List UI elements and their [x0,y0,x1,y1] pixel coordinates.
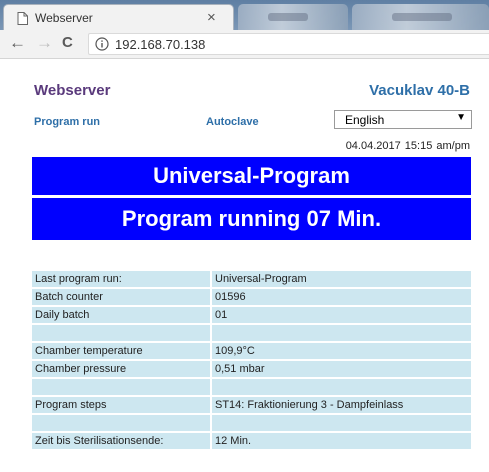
row-value [212,325,471,341]
date-time: 04.04.2017 15:15 am/pm [345,140,470,152]
device-name: Vacuklav 40-B [369,82,470,99]
row-value [212,415,471,431]
row-value: 01 [212,307,471,323]
back-arrow-icon[interactable]: ← [9,34,26,52]
close-icon[interactable]: × [207,9,216,26]
browser-tab-strip: Webserver × [0,0,489,30]
table-row: Zeit bis Sterilisationsende: 12 Min. [32,433,471,449]
row-label [32,415,210,431]
language-selected-value: English [345,113,385,127]
row-value: 01596 [212,289,471,305]
table-row: Program steps ST14: Fraktionierung 3 - D… [32,397,471,413]
page-title: Webserver [34,82,111,99]
browser-tab-inactive[interactable] [352,4,489,30]
row-label [32,379,210,395]
table-row-empty [32,415,471,431]
forward-arrow-icon[interactable]: → [36,34,53,52]
row-label: Chamber temperature [32,343,210,359]
status-banner: Program running 07 Min. [32,198,471,240]
row-label: Zeit bis Sterilisationsende: [32,433,210,449]
table-row: Chamber pressure 0,51 mbar [32,361,471,377]
browser-tab-active[interactable]: Webserver × [3,4,234,30]
row-value [212,379,471,395]
language-select[interactable]: English ▼ [334,110,472,129]
table-row: Chamber temperature 109,9°C [32,343,471,359]
row-value: 12 Min. [212,433,471,449]
url-text: 192.168.70.138 [115,37,206,52]
tab-title: Webserver [35,11,93,25]
row-label [32,325,210,341]
info-icon [95,37,109,51]
table-row: Last program run: Universal-Program [32,271,471,287]
autoclave-link[interactable]: Autoclave [206,116,259,128]
table-row: Daily batch 01 [32,307,471,323]
table-row-empty [32,379,471,395]
address-bar[interactable]: 192.168.70.138 [88,33,489,55]
browser-tab-inactive[interactable] [238,4,348,30]
browser-toolbar: ← → C 192.168.70.138 [0,30,489,59]
row-value: 109,9°C [212,343,471,359]
row-label: Daily batch [32,307,210,323]
row-value: 0,51 mbar [212,361,471,377]
row-label: Last program run: [32,271,210,287]
row-label: Program steps [32,397,210,413]
row-value: Universal-Program [212,271,471,287]
row-label: Batch counter [32,289,210,305]
table-row: Batch counter 01596 [32,289,471,305]
table-row-empty [32,325,471,341]
row-label: Chamber pressure [32,361,210,377]
program-run-link[interactable]: Program run [34,116,100,128]
dropdown-arrow-icon: ▼ [456,112,466,123]
info-table: Last program run: Universal-Program Batc… [32,271,471,451]
row-value: ST14: Fraktionierung 3 - Dampfeinlass [212,397,471,413]
program-banner: Universal-Program [32,157,471,195]
reload-icon[interactable]: C [62,34,73,52]
page-icon [17,12,28,25]
